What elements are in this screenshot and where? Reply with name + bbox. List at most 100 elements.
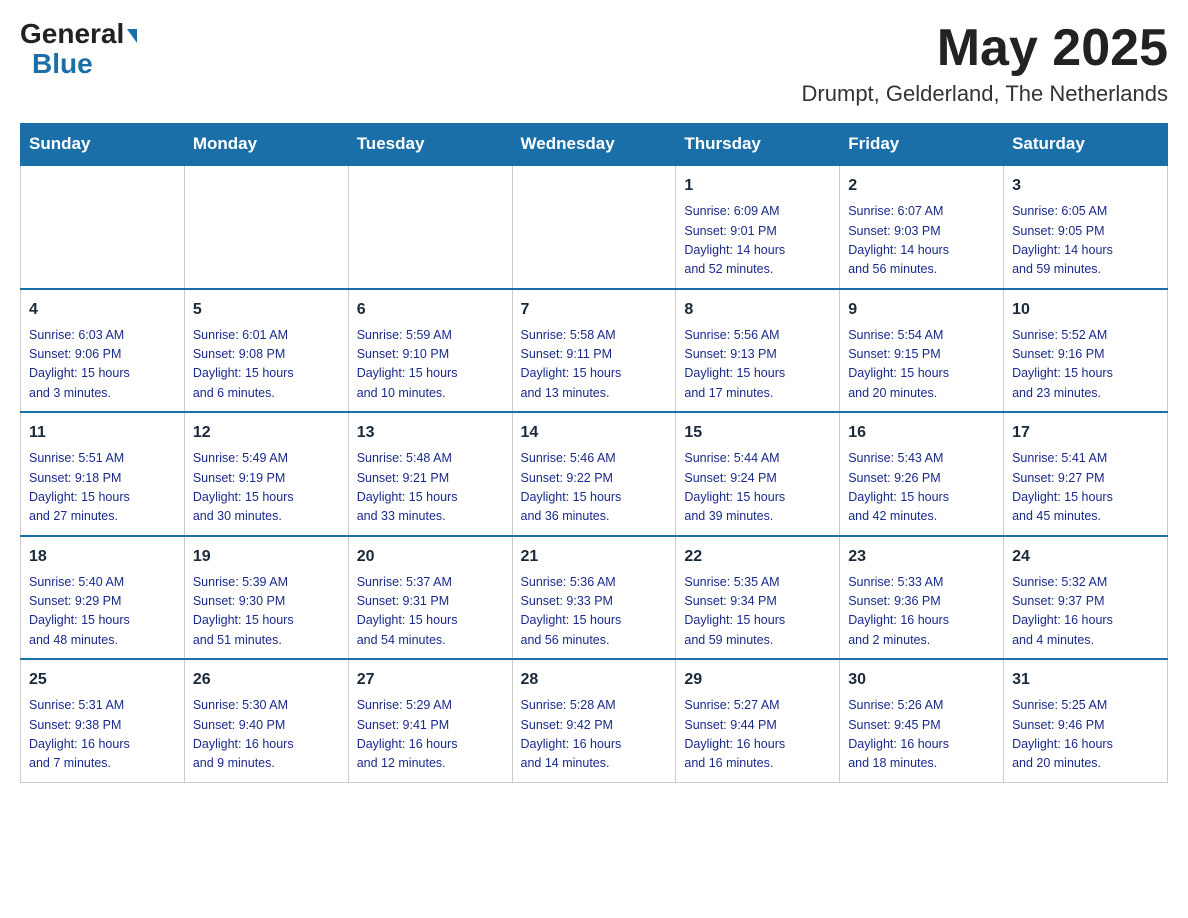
day-cell-30: 30 Sunrise: 5:26 AM Sunset: 9:45 PM Dayli… [840, 659, 1004, 782]
header-sunday: Sunday [21, 124, 185, 166]
day-cell-16: 16 Sunrise: 5:43 AM Sunset: 9:26 PM Dayli… [840, 412, 1004, 536]
day-number: 25 [29, 668, 176, 692]
day-info: Sunrise: 5:51 AM Sunset: 9:18 PM Dayligh… [29, 449, 176, 527]
day-number: 21 [521, 545, 668, 569]
day-cell-empty [184, 165, 348, 289]
header-tuesday: Tuesday [348, 124, 512, 166]
day-number: 10 [1012, 298, 1159, 322]
day-number: 7 [521, 298, 668, 322]
week-row-2: 4Sunrise: 6:03 AM Sunset: 9:06 PM Daylig… [21, 289, 1168, 413]
day-cell-18: 18 Sunrise: 5:40 AM Sunset: 9:29 PM Dayli… [21, 536, 185, 660]
day-number: 4 [29, 298, 176, 322]
day-cell-4: 4Sunrise: 6:03 AM Sunset: 9:06 PM Daylig… [21, 289, 185, 413]
day-number: 31 [1012, 668, 1159, 692]
day-info: Sunrise: 6:05 AM Sunset: 9:05 PM Dayligh… [1012, 202, 1159, 280]
day-number: 11 [29, 421, 176, 445]
page-subtitle: Drumpt, Gelderland, The Netherlands [802, 81, 1168, 107]
day-number: 16 [848, 421, 995, 445]
day-number: 1 [684, 174, 831, 198]
day-cell-15: 15 Sunrise: 5:44 AM Sunset: 9:24 PM Dayli… [676, 412, 840, 536]
day-number: 27 [357, 668, 504, 692]
day-info: Sunrise: 5:43 AM Sunset: 9:26 PM Dayligh… [848, 449, 995, 527]
day-cell-3: 3 Sunrise: 6:05 AM Sunset: 9:05 PM Daylig… [1004, 165, 1168, 289]
day-number: 22 [684, 545, 831, 569]
day-info: Sunrise: 5:59 AM Sunset: 9:10 PM Dayligh… [357, 326, 504, 404]
day-info: Sunrise: 5:52 AM Sunset: 9:16 PM Dayligh… [1012, 326, 1159, 404]
day-info: Sunrise: 5:26 AM Sunset: 9:45 PM Dayligh… [848, 696, 995, 774]
day-cell-empty [512, 165, 676, 289]
header-wednesday: Wednesday [512, 124, 676, 166]
day-cell-10: 10 Sunrise: 5:52 AM Sunset: 9:16 PM Dayli… [1004, 289, 1168, 413]
header-saturday: Saturday [1004, 124, 1168, 166]
logo-general-text: General [20, 20, 137, 48]
day-info: Sunrise: 6:07 AM Sunset: 9:03 PM Dayligh… [848, 202, 995, 280]
day-info: Sunrise: 5:44 AM Sunset: 9:24 PM Dayligh… [684, 449, 831, 527]
day-cell-27: 27 Sunrise: 5:29 AM Sunset: 9:41 PM Dayli… [348, 659, 512, 782]
day-info: Sunrise: 6:01 AM Sunset: 9:08 PM Dayligh… [193, 326, 340, 404]
day-info: Sunrise: 5:32 AM Sunset: 9:37 PM Dayligh… [1012, 573, 1159, 651]
day-number: 28 [521, 668, 668, 692]
day-info: Sunrise: 5:46 AM Sunset: 9:22 PM Dayligh… [521, 449, 668, 527]
header-monday: Monday [184, 124, 348, 166]
day-number: 13 [357, 421, 504, 445]
day-number: 3 [1012, 174, 1159, 198]
day-cell-29: 29 Sunrise: 5:27 AM Sunset: 9:44 PM Dayli… [676, 659, 840, 782]
day-info: Sunrise: 5:33 AM Sunset: 9:36 PM Dayligh… [848, 573, 995, 651]
day-info: Sunrise: 5:35 AM Sunset: 9:34 PM Dayligh… [684, 573, 831, 651]
day-number: 29 [684, 668, 831, 692]
day-info: Sunrise: 5:58 AM Sunset: 9:11 PM Dayligh… [521, 326, 668, 404]
header-thursday: Thursday [676, 124, 840, 166]
day-number: 5 [193, 298, 340, 322]
day-cell-24: 24Sunrise: 5:32 AM Sunset: 9:37 PM Dayli… [1004, 536, 1168, 660]
day-info: Sunrise: 5:40 AM Sunset: 9:29 PM Dayligh… [29, 573, 176, 651]
day-info: Sunrise: 5:36 AM Sunset: 9:33 PM Dayligh… [521, 573, 668, 651]
day-info: Sunrise: 5:29 AM Sunset: 9:41 PM Dayligh… [357, 696, 504, 774]
day-cell-28: 28 Sunrise: 5:28 AM Sunset: 9:42 PM Dayli… [512, 659, 676, 782]
logo-arrow-icon [127, 29, 137, 43]
day-number: 15 [684, 421, 831, 445]
day-cell-empty [348, 165, 512, 289]
day-number: 12 [193, 421, 340, 445]
day-cell-7: 7 Sunrise: 5:58 AM Sunset: 9:11 PM Daylig… [512, 289, 676, 413]
calendar-table: SundayMondayTuesdayWednesdayThursdayFrid… [20, 123, 1168, 783]
day-cell-9: 9 Sunrise: 5:54 AM Sunset: 9:15 PM Daylig… [840, 289, 1004, 413]
day-info: Sunrise: 5:48 AM Sunset: 9:21 PM Dayligh… [357, 449, 504, 527]
day-cell-31: 31Sunrise: 5:25 AM Sunset: 9:46 PM Dayli… [1004, 659, 1168, 782]
day-number: 2 [848, 174, 995, 198]
day-info: Sunrise: 5:27 AM Sunset: 9:44 PM Dayligh… [684, 696, 831, 774]
day-cell-22: 22 Sunrise: 5:35 AM Sunset: 9:34 PM Dayli… [676, 536, 840, 660]
logo: General Blue [20, 20, 137, 80]
day-cell-21: 21 Sunrise: 5:36 AM Sunset: 9:33 PM Dayli… [512, 536, 676, 660]
day-info: Sunrise: 5:41 AM Sunset: 9:27 PM Dayligh… [1012, 449, 1159, 527]
day-cell-2: 2 Sunrise: 6:07 AM Sunset: 9:03 PM Daylig… [840, 165, 1004, 289]
day-info: Sunrise: 5:31 AM Sunset: 9:38 PM Dayligh… [29, 696, 176, 774]
day-info: Sunrise: 5:49 AM Sunset: 9:19 PM Dayligh… [193, 449, 340, 527]
day-number: 9 [848, 298, 995, 322]
day-cell-empty [21, 165, 185, 289]
day-info: Sunrise: 5:28 AM Sunset: 9:42 PM Dayligh… [521, 696, 668, 774]
day-cell-13: 13 Sunrise: 5:48 AM Sunset: 9:21 PM Dayli… [348, 412, 512, 536]
day-cell-23: 23Sunrise: 5:33 AM Sunset: 9:36 PM Dayli… [840, 536, 1004, 660]
day-cell-14: 14Sunrise: 5:46 AM Sunset: 9:22 PM Dayli… [512, 412, 676, 536]
day-number: 6 [357, 298, 504, 322]
day-cell-5: 5 Sunrise: 6:01 AM Sunset: 9:08 PM Daylig… [184, 289, 348, 413]
day-info: Sunrise: 5:54 AM Sunset: 9:15 PM Dayligh… [848, 326, 995, 404]
day-number: 17 [1012, 421, 1159, 445]
day-info: Sunrise: 5:30 AM Sunset: 9:40 PM Dayligh… [193, 696, 340, 774]
title-block: May 2025 Drumpt, Gelderland, The Netherl… [802, 20, 1168, 107]
week-row-4: 18 Sunrise: 5:40 AM Sunset: 9:29 PM Dayli… [21, 536, 1168, 660]
day-cell-1: 1 Sunrise: 6:09 AM Sunset: 9:01 PM Daylig… [676, 165, 840, 289]
day-cell-12: 12 Sunrise: 5:49 AM Sunset: 9:19 PM Dayli… [184, 412, 348, 536]
day-number: 30 [848, 668, 995, 692]
day-info: Sunrise: 6:09 AM Sunset: 9:01 PM Dayligh… [684, 202, 831, 280]
header-friday: Friday [840, 124, 1004, 166]
calendar-header-row: SundayMondayTuesdayWednesdayThursdayFrid… [21, 124, 1168, 166]
day-number: 8 [684, 298, 831, 322]
day-cell-19: 19Sunrise: 5:39 AM Sunset: 9:30 PM Dayli… [184, 536, 348, 660]
day-cell-26: 26 Sunrise: 5:30 AM Sunset: 9:40 PM Dayli… [184, 659, 348, 782]
day-cell-25: 25 Sunrise: 5:31 AM Sunset: 9:38 PM Dayli… [21, 659, 185, 782]
day-number: 20 [357, 545, 504, 569]
day-cell-17: 17 Sunrise: 5:41 AM Sunset: 9:27 PM Dayli… [1004, 412, 1168, 536]
day-number: 26 [193, 668, 340, 692]
day-number: 18 [29, 545, 176, 569]
